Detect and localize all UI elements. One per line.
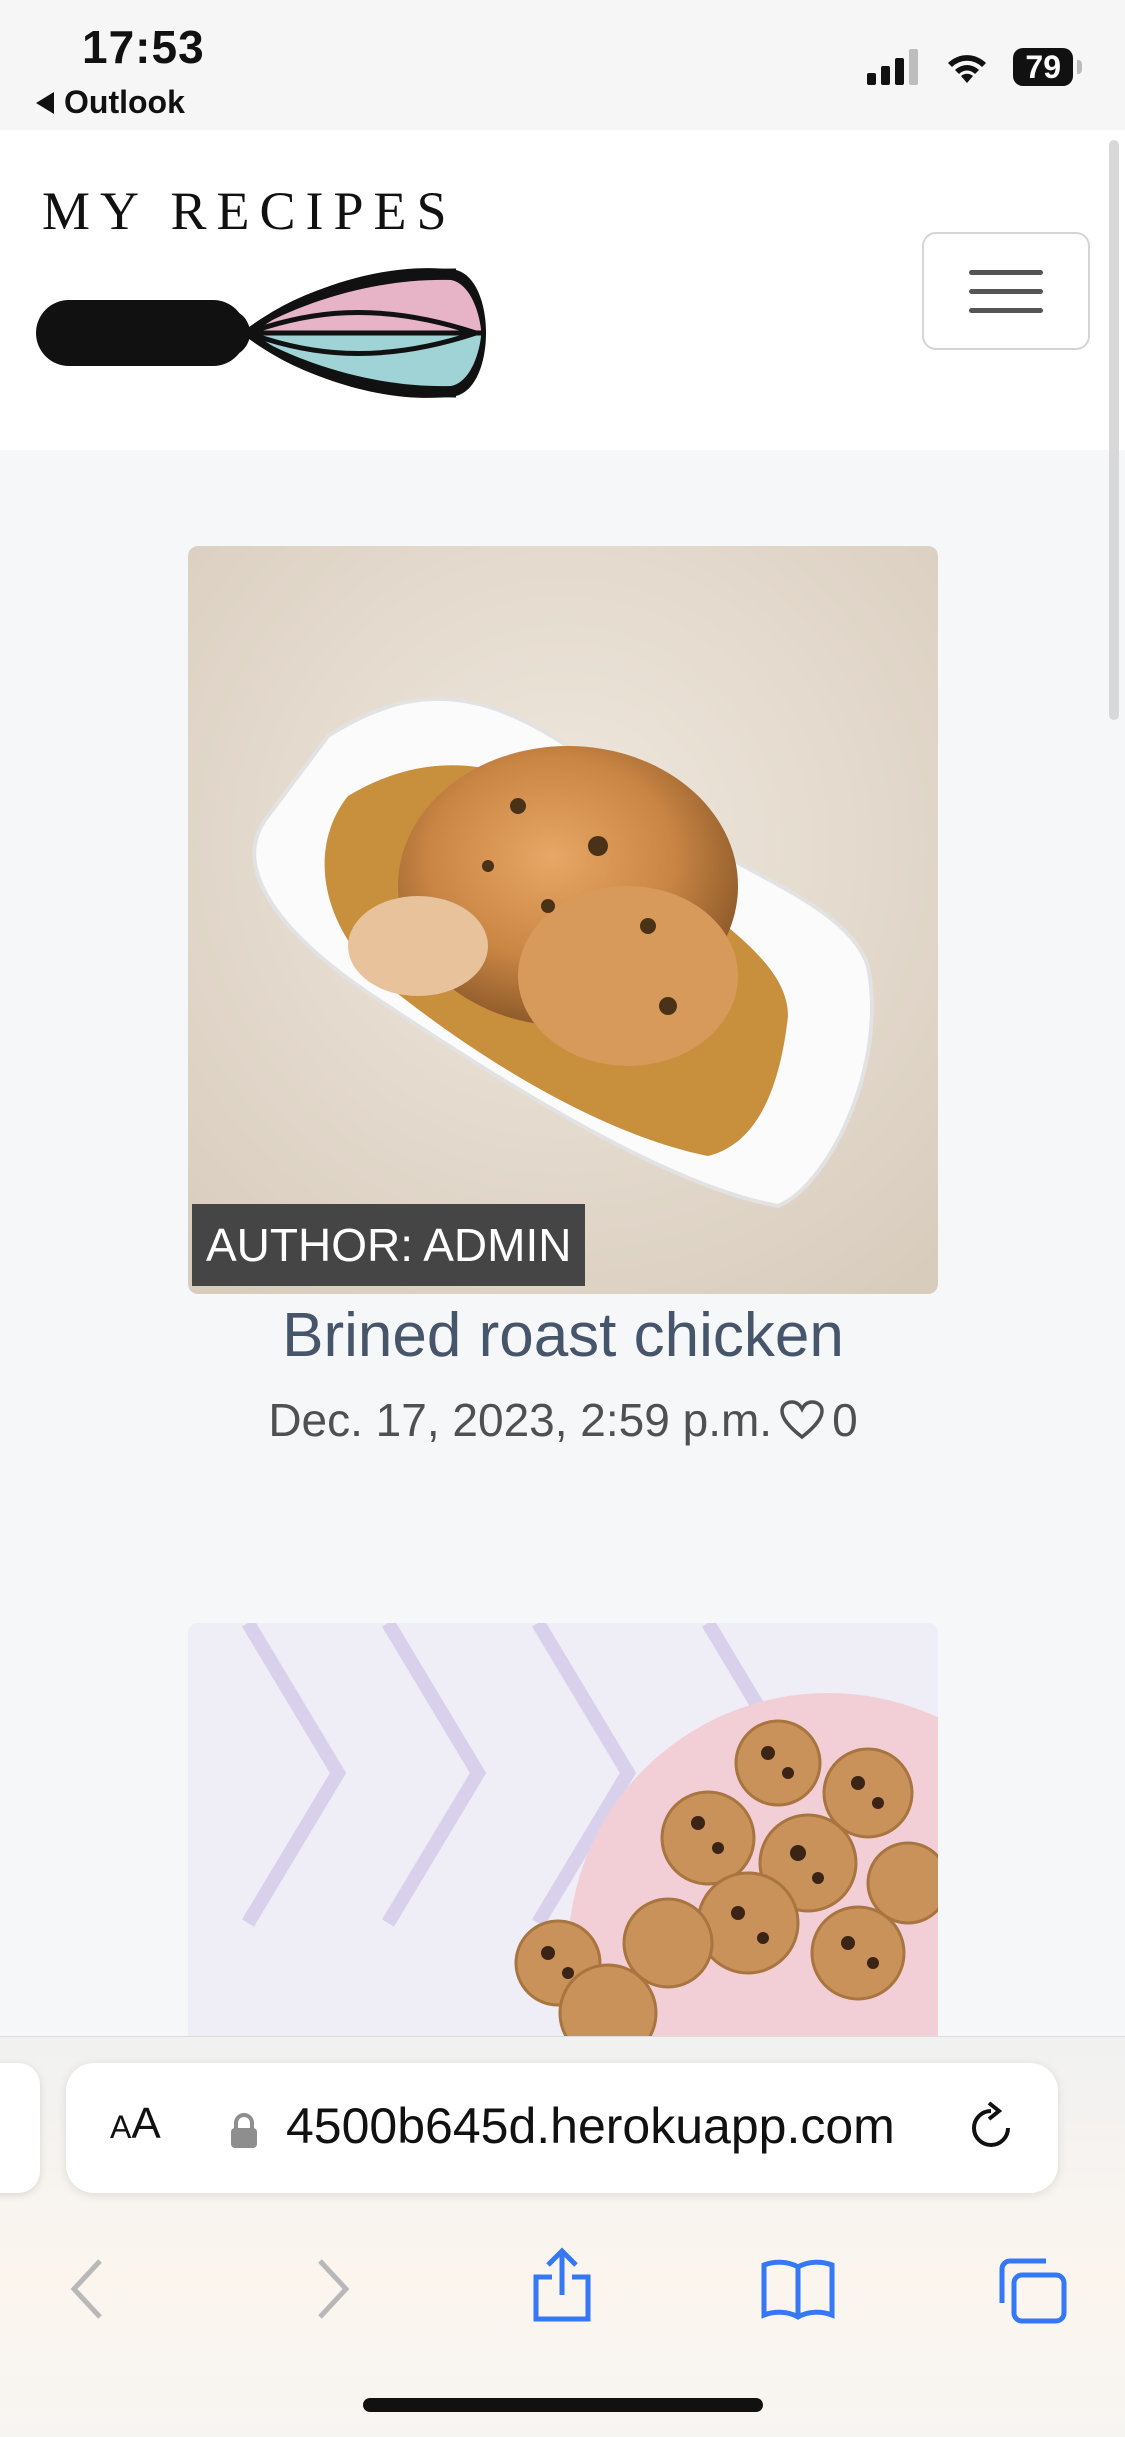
heart-icon[interactable]: [780, 1400, 824, 1440]
brand-title[interactable]: MY RECIPES: [42, 180, 457, 242]
menu-toggle-button[interactable]: [922, 232, 1090, 350]
lock-icon: [231, 2113, 257, 2148]
battery-indicator: 79: [1013, 48, 1082, 86]
safari-bottom-bar: AA 4500b645d.herokuapp.com: [0, 2036, 1125, 2437]
signal-icon: [867, 49, 919, 85]
recipe-image[interactable]: AUTHOR: ADMIN: [188, 546, 938, 1294]
status-icons: 79: [867, 48, 1082, 86]
forward-icon[interactable]: [312, 2257, 352, 2321]
whisk-logo-icon[interactable]: [36, 250, 496, 400]
wifi-icon: [948, 55, 987, 83]
back-icon[interactable]: [68, 2257, 108, 2321]
author-badge: AUTHOR: ADMIN: [192, 1204, 586, 1286]
hamburger-line: [969, 307, 1043, 313]
home-indicator[interactable]: [363, 2398, 763, 2412]
url-text[interactable]: 4500b645d.herokuapp.com: [286, 2097, 895, 2155]
recipe-meta: Dec. 17, 2023, 2:59 p.m. 0: [188, 1393, 938, 1447]
recipe-title[interactable]: Brined roast chicken: [188, 1300, 938, 1371]
hamburger-line: [969, 288, 1043, 294]
bookmarks-icon[interactable]: [760, 2257, 836, 2321]
status-bar: 17:53 Outlook 79: [0, 0, 1125, 130]
previous-tab-peek[interactable]: [0, 2063, 40, 2193]
hamburger-line: [969, 269, 1043, 275]
roast-chicken-photo: [188, 546, 938, 1294]
tabs-icon[interactable]: [996, 2257, 1068, 2325]
recipe-date: Dec. 17, 2023, 2:59 p.m.: [268, 1394, 773, 1446]
back-app-label: Outlook: [64, 84, 185, 120]
back-to-app-link[interactable]: Outlook: [36, 84, 185, 121]
recipe-card[interactable]: AUTHOR: ADMIN Brined roast chicken Dec. …: [188, 546, 938, 1447]
address-bar[interactable]: AA 4500b645d.herokuapp.com: [66, 2063, 1058, 2193]
site-header: MY RECIPES: [0, 130, 1125, 450]
share-icon[interactable]: [530, 2247, 594, 2323]
status-time: 17:53: [82, 21, 205, 73]
like-count: 0: [832, 1394, 858, 1446]
safari-toolbar: [0, 2237, 1125, 2367]
reload-icon[interactable]: [964, 2101, 1018, 2155]
back-arrow-icon: [36, 91, 54, 114]
scroll-indicator[interactable]: [1109, 140, 1119, 720]
reader-options-button[interactable]: AA: [110, 2099, 161, 2149]
